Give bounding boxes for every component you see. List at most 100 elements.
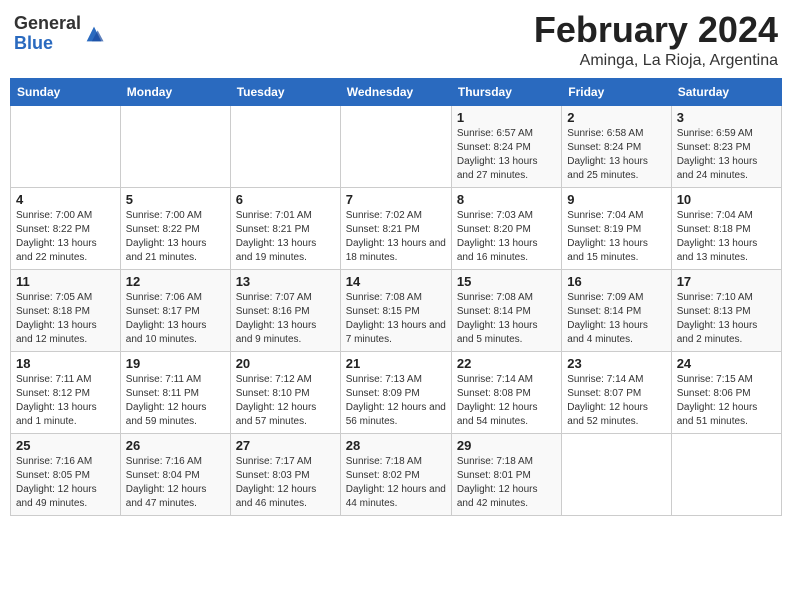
- day-header-friday: Friday: [562, 78, 671, 105]
- day-info: Sunrise: 7:13 AM Sunset: 8:09 PM Dayligh…: [346, 373, 446, 429]
- day-info: Sunrise: 7:15 AM Sunset: 8:06 PM Dayligh…: [677, 373, 776, 429]
- week-row-2: 4 Sunrise: 7:00 AM Sunset: 8:22 PM Daylig…: [11, 187, 782, 269]
- days-header-row: SundayMondayTuesdayWednesdayThursdayFrid…: [11, 78, 782, 105]
- day-number: 13: [236, 274, 335, 289]
- day-number: 6: [236, 192, 335, 207]
- calendar-cell: 18 Sunrise: 7:11 AM Sunset: 8:12 PM Dayli…: [11, 351, 121, 433]
- day-info: Sunrise: 7:09 AM Sunset: 8:14 PM Dayligh…: [567, 291, 665, 347]
- calendar-cell: 9 Sunrise: 7:04 AM Sunset: 8:19 PM Daylig…: [562, 187, 671, 269]
- logo-icon: [83, 23, 105, 45]
- day-header-saturday: Saturday: [671, 78, 781, 105]
- calendar-cell: [671, 433, 781, 515]
- day-info: Sunrise: 6:58 AM Sunset: 8:24 PM Dayligh…: [567, 127, 665, 183]
- day-info: Sunrise: 7:17 AM Sunset: 8:03 PM Dayligh…: [236, 455, 335, 511]
- day-info: Sunrise: 7:11 AM Sunset: 8:12 PM Dayligh…: [16, 373, 115, 429]
- calendar-cell: [11, 105, 121, 187]
- day-header-thursday: Thursday: [451, 78, 561, 105]
- day-info: Sunrise: 7:00 AM Sunset: 8:22 PM Dayligh…: [16, 209, 115, 265]
- calendar-cell: 20 Sunrise: 7:12 AM Sunset: 8:10 PM Dayli…: [230, 351, 340, 433]
- week-row-1: 1 Sunrise: 6:57 AM Sunset: 8:24 PM Daylig…: [11, 105, 782, 187]
- calendar-cell: [230, 105, 340, 187]
- day-info: Sunrise: 7:06 AM Sunset: 8:17 PM Dayligh…: [126, 291, 225, 347]
- calendar-cell: 21 Sunrise: 7:13 AM Sunset: 8:09 PM Dayli…: [340, 351, 451, 433]
- calendar-cell: 11 Sunrise: 7:05 AM Sunset: 8:18 PM Dayli…: [11, 269, 121, 351]
- calendar-cell: 6Sunrise: 7:01 AM Sunset: 8:21 PM Daylig…: [230, 187, 340, 269]
- calendar-cell: 26Sunrise: 7:16 AM Sunset: 8:04 PM Dayli…: [120, 433, 230, 515]
- logo-blue-text: Blue: [14, 34, 81, 54]
- day-number: 16: [567, 274, 665, 289]
- day-header-tuesday: Tuesday: [230, 78, 340, 105]
- calendar-cell: 17 Sunrise: 7:10 AM Sunset: 8:13 PM Dayli…: [671, 269, 781, 351]
- day-info: Sunrise: 7:12 AM Sunset: 8:10 PM Dayligh…: [236, 373, 335, 429]
- day-info: Sunrise: 7:00 AM Sunset: 8:22 PM Dayligh…: [126, 209, 225, 265]
- day-info: Sunrise: 7:16 AM Sunset: 8:04 PM Dayligh…: [126, 455, 225, 511]
- day-number: 14: [346, 274, 446, 289]
- calendar-cell: 2 Sunrise: 6:58 AM Sunset: 8:24 PM Daylig…: [562, 105, 671, 187]
- calendar-cell: 16 Sunrise: 7:09 AM Sunset: 8:14 PM Dayli…: [562, 269, 671, 351]
- day-info: Sunrise: 7:14 AM Sunset: 8:08 PM Dayligh…: [457, 373, 556, 429]
- week-row-4: 18 Sunrise: 7:11 AM Sunset: 8:12 PM Dayli…: [11, 351, 782, 433]
- day-number: 9: [567, 192, 665, 207]
- calendar-cell: 7 Sunrise: 7:02 AM Sunset: 8:21 PM Daylig…: [340, 187, 451, 269]
- day-number: 17: [677, 274, 776, 289]
- calendar-cell: 4 Sunrise: 7:00 AM Sunset: 8:22 PM Daylig…: [11, 187, 121, 269]
- calendar-cell: 28Sunrise: 7:18 AM Sunset: 8:02 PM Dayli…: [340, 433, 451, 515]
- day-number: 23: [567, 356, 665, 371]
- calendar-table: SundayMondayTuesdayWednesdayThursdayFrid…: [10, 78, 782, 516]
- day-number: 1: [457, 110, 556, 125]
- day-number: 29: [457, 438, 556, 453]
- calendar-cell: 12 Sunrise: 7:06 AM Sunset: 8:17 PM Dayli…: [120, 269, 230, 351]
- day-info: Sunrise: 7:14 AM Sunset: 8:07 PM Dayligh…: [567, 373, 665, 429]
- calendar-cell: 24 Sunrise: 7:15 AM Sunset: 8:06 PM Dayli…: [671, 351, 781, 433]
- logo-general-text: General: [14, 14, 81, 34]
- day-info: Sunrise: 7:08 AM Sunset: 8:14 PM Dayligh…: [457, 291, 556, 347]
- calendar-cell: 19 Sunrise: 7:11 AM Sunset: 8:11 PM Dayli…: [120, 351, 230, 433]
- day-number: 4: [16, 192, 115, 207]
- calendar-cell: 8Sunrise: 7:03 AM Sunset: 8:20 PM Daylig…: [451, 187, 561, 269]
- calendar-cell: 14 Sunrise: 7:08 AM Sunset: 8:15 PM Dayli…: [340, 269, 451, 351]
- day-number: 3: [677, 110, 776, 125]
- week-row-5: 25Sunrise: 7:16 AM Sunset: 8:05 PM Dayli…: [11, 433, 782, 515]
- day-number: 10: [677, 192, 776, 207]
- day-number: 21: [346, 356, 446, 371]
- day-number: 27: [236, 438, 335, 453]
- day-number: 12: [126, 274, 225, 289]
- day-info: Sunrise: 7:02 AM Sunset: 8:21 PM Dayligh…: [346, 209, 446, 265]
- month-year-title: February 2024: [534, 10, 778, 50]
- location-subtitle: Aminga, La Rioja, Argentina: [534, 52, 778, 70]
- day-number: 22: [457, 356, 556, 371]
- header: General Blue February 2024 Aminga, La Ri…: [10, 10, 782, 70]
- calendar-cell: 25Sunrise: 7:16 AM Sunset: 8:05 PM Dayli…: [11, 433, 121, 515]
- calendar-cell: 1 Sunrise: 6:57 AM Sunset: 8:24 PM Daylig…: [451, 105, 561, 187]
- day-number: 25: [16, 438, 115, 453]
- calendar-cell: [562, 433, 671, 515]
- day-number: 2: [567, 110, 665, 125]
- day-number: 19: [126, 356, 225, 371]
- calendar-cell: 27 Sunrise: 7:17 AM Sunset: 8:03 PM Dayli…: [230, 433, 340, 515]
- day-info: Sunrise: 7:18 AM Sunset: 8:01 PM Dayligh…: [457, 455, 556, 511]
- calendar-cell: 22 Sunrise: 7:14 AM Sunset: 8:08 PM Dayli…: [451, 351, 561, 433]
- day-number: 15: [457, 274, 556, 289]
- day-info: Sunrise: 7:11 AM Sunset: 8:11 PM Dayligh…: [126, 373, 225, 429]
- day-header-monday: Monday: [120, 78, 230, 105]
- week-row-3: 11 Sunrise: 7:05 AM Sunset: 8:18 PM Dayli…: [11, 269, 782, 351]
- day-header-wednesday: Wednesday: [340, 78, 451, 105]
- day-info: Sunrise: 7:03 AM Sunset: 8:20 PM Dayligh…: [457, 209, 556, 265]
- day-header-sunday: Sunday: [11, 78, 121, 105]
- calendar-cell: 29 Sunrise: 7:18 AM Sunset: 8:01 PM Dayli…: [451, 433, 561, 515]
- calendar-cell: 3Sunrise: 6:59 AM Sunset: 8:23 PM Daylig…: [671, 105, 781, 187]
- day-number: 18: [16, 356, 115, 371]
- calendar-cell: 15 Sunrise: 7:08 AM Sunset: 8:14 PM Dayli…: [451, 269, 561, 351]
- title-area: February 2024 Aminga, La Rioja, Argentin…: [534, 10, 778, 70]
- day-info: Sunrise: 6:57 AM Sunset: 8:24 PM Dayligh…: [457, 127, 556, 183]
- day-info: Sunrise: 7:04 AM Sunset: 8:19 PM Dayligh…: [567, 209, 665, 265]
- day-number: 24: [677, 356, 776, 371]
- day-number: 20: [236, 356, 335, 371]
- calendar-cell: [120, 105, 230, 187]
- day-info: Sunrise: 7:10 AM Sunset: 8:13 PM Dayligh…: [677, 291, 776, 347]
- day-info: Sunrise: 7:04 AM Sunset: 8:18 PM Dayligh…: [677, 209, 776, 265]
- day-info: Sunrise: 7:08 AM Sunset: 8:15 PM Dayligh…: [346, 291, 446, 347]
- day-number: 7: [346, 192, 446, 207]
- day-number: 11: [16, 274, 115, 289]
- day-info: Sunrise: 7:05 AM Sunset: 8:18 PM Dayligh…: [16, 291, 115, 347]
